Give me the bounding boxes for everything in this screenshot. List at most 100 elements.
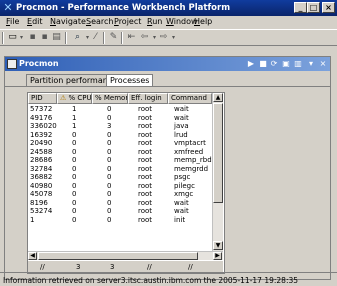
table-row[interactable]: 1 0 0 root init [28, 216, 212, 225]
cell-login: root [138, 105, 153, 113]
forward-dropdown-icon[interactable]: ▾ [168, 32, 179, 43]
toolbar-separator [65, 32, 67, 44]
table-row[interactable]: 16392 0 0 root lrud [28, 131, 212, 140]
horizontal-scroll-thumb[interactable] [38, 252, 198, 260]
vertical-scrollbar[interactable]: ▲ ▼ [212, 93, 223, 251]
cell-login: root [138, 147, 153, 156]
column-header-memory[interactable]: % Memory [92, 93, 128, 104]
table-row[interactable]: 20490 0 0 root vmptacrt [28, 139, 212, 148]
table-row[interactable]: 45078 0 0 root xmgc [28, 190, 212, 199]
horizontal-scrollbar[interactable]: ◀ ▶ [28, 251, 223, 260]
toolbar: ▭ ▾ ▪ ▪ ▤ ⌕ ▾ ⁄ ✎ ⇤ ⇦ ▾ ⇨ ▾ [0, 29, 337, 46]
total-cpu: 3 [76, 263, 81, 271]
menu-file[interactable]: File [6, 17, 19, 26]
refresh-icon[interactable]: ⟳ [269, 59, 279, 69]
toolbar-separator [103, 32, 105, 44]
cell-cpu: 0 [72, 181, 77, 190]
table-row[interactable]: 53274 0 0 root wait [28, 207, 212, 216]
cell-pid: 57372 [30, 105, 53, 113]
table-row[interactable]: 57372 1 0 root wait [28, 105, 212, 114]
cell-command: lrud [174, 130, 188, 139]
app-icon: ✕ [3, 1, 13, 14]
table-row[interactable]: 40980 0 0 root pilegc [28, 182, 212, 191]
cell-command: wait [174, 207, 189, 215]
cell-login: root [138, 215, 153, 224]
cell-command: java [174, 122, 189, 130]
column-header-login[interactable]: Eff. login [128, 93, 168, 104]
play-icon[interactable]: ▶ [246, 59, 256, 69]
vertical-scroll-thumb[interactable] [213, 103, 223, 203]
sort-icon: ⚠ [60, 94, 67, 102]
table-row[interactable]: 8196 0 0 root wait [28, 199, 212, 208]
last-edit-icon[interactable]: ⇤ [126, 32, 137, 43]
cell-pid: 40980 [30, 181, 53, 190]
menu-help[interactable]: Help [194, 17, 212, 26]
scroll-up-icon[interactable]: ▲ [213, 93, 223, 102]
menu-edit[interactable]: Edit [27, 17, 43, 26]
maximize-button[interactable]: □ [307, 2, 320, 13]
cell-memory: 0 [107, 215, 112, 224]
cell-command: wait [174, 113, 189, 122]
cell-login: root [138, 198, 153, 207]
minimize-button[interactable]: _ [294, 2, 307, 13]
view-menu-icon[interactable]: ▾ [306, 59, 316, 69]
table-row[interactable]: 336020 1 3 root java [28, 122, 212, 131]
process-table-panel: PID ⚠ % CPU % Memory Eff. login Command … [27, 92, 225, 274]
cell-cpu: 1 [72, 113, 77, 122]
filter-icon[interactable]: ▥ [293, 59, 303, 69]
cell-command: memp_rbd [174, 156, 212, 164]
cell-memory: 0 [107, 198, 112, 207]
scroll-down-icon[interactable]: ▼ [213, 241, 223, 250]
save-all-icon[interactable]: ▪ [39, 32, 50, 43]
process-table[interactable]: PID ⚠ % CPU % Memory Eff. login Command … [28, 93, 212, 251]
cell-memory: 0 [107, 207, 112, 215]
table-row[interactable]: 49176 1 0 root wait [28, 114, 212, 123]
cell-pid: 8196 [30, 198, 48, 207]
print-icon[interactable]: ▤ [51, 32, 62, 43]
title-bar: ✕ Procmon - Performance Workbench Platfo… [0, 0, 337, 16]
scroll-right-icon[interactable]: ▶ [213, 252, 222, 260]
cell-command: xmfreed [174, 147, 204, 156]
table-row[interactable]: 36882 0 0 root psgc [28, 173, 212, 182]
cell-command: memgrdd [174, 164, 209, 173]
column-header-command[interactable]: Command [168, 93, 212, 104]
stop-icon[interactable]: ■ [258, 59, 268, 69]
export-icon[interactable]: ▣ [281, 59, 291, 69]
cell-memory: 0 [107, 164, 112, 173]
cell-cpu: 0 [72, 147, 77, 156]
cell-memory: 0 [107, 156, 112, 164]
cell-cpu: 0 [72, 130, 77, 139]
menu-run[interactable]: Run [147, 17, 162, 26]
save-icon[interactable]: ▪ [27, 32, 38, 43]
table-row[interactable]: 24588 0 0 root xmfreed [28, 148, 212, 157]
table-row[interactable]: 28686 0 0 root memp_rbd [28, 156, 212, 165]
edit-icon[interactable]: ✎ [108, 32, 119, 43]
menu-navigate[interactable]: Navigate [50, 17, 86, 26]
cell-memory: 0 [107, 181, 112, 190]
cell-login: root [138, 130, 153, 139]
tab-divider [5, 86, 330, 87]
view-header: Procmon ▶ ■ ⟳ ▣ ▥ ▾ × [5, 57, 330, 71]
status-text: Information retrieved on server3.itsc.au… [3, 276, 299, 285]
view-close-icon[interactable]: × [318, 59, 328, 69]
cell-pid: 36882 [30, 173, 53, 181]
view-icon [7, 59, 17, 69]
menu-window[interactable]: Window [166, 17, 198, 26]
cell-cpu: 0 [72, 164, 77, 173]
cell-memory: 0 [107, 105, 112, 113]
pin-icon[interactable]: ⁄ [90, 32, 101, 43]
cell-login: root [138, 156, 153, 164]
cell-pid: 336020 [30, 122, 57, 130]
cell-pid: 28686 [30, 156, 53, 164]
cell-login: root [138, 164, 153, 173]
column-header-pid[interactable]: PID [28, 93, 57, 104]
scroll-left-icon[interactable]: ◀ [28, 252, 37, 260]
column-header-cpu[interactable]: ⚠ % CPU [57, 93, 92, 104]
close-button[interactable]: × [322, 2, 335, 13]
cell-memory: 0 [107, 190, 112, 198]
table-row[interactable]: 32784 0 0 root memgrdd [28, 165, 212, 174]
cell-login: root [138, 122, 153, 130]
menu-project[interactable]: Project [114, 17, 141, 26]
new-dropdown-icon[interactable]: ▾ [16, 32, 27, 43]
menu-search[interactable]: Search [86, 17, 113, 26]
